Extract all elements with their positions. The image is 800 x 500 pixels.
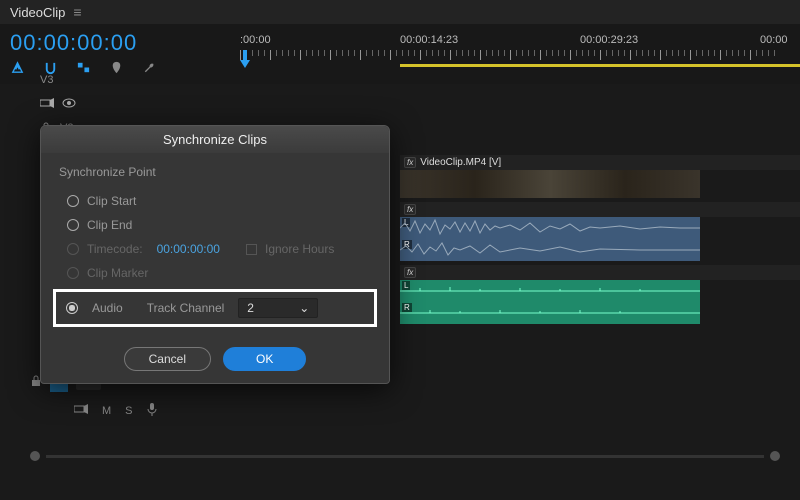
dialog-subtitle: Synchronize Point (59, 165, 371, 179)
ruler-mark: 00:00:14:23 (400, 34, 458, 46)
mute-button[interactable]: M (102, 405, 111, 417)
cancel-button[interactable]: Cancel (124, 347, 211, 371)
synchronize-clips-dialog: Synchronize Clips Synchronize Point Clip… (40, 125, 390, 384)
ruler-mark: :00:00 (240, 34, 271, 46)
option-clip-end[interactable]: Clip End (59, 213, 371, 237)
scroll-handle-left[interactable] (30, 451, 40, 461)
audio-clip-1[interactable]: fx L R (400, 202, 800, 261)
sequence-name[interactable]: VideoClip (10, 5, 65, 20)
dialog-title: Synchronize Clips (41, 126, 389, 153)
ruler-mark: 00:00:29:23 (580, 34, 638, 46)
panel-menu-icon[interactable]: ≡ (73, 4, 81, 20)
toggle-track-output-icon[interactable] (74, 404, 88, 417)
toggle-track-output-icon[interactable] (40, 98, 54, 111)
ruler-ticks (240, 50, 800, 70)
ignore-hours-checkbox (246, 244, 257, 255)
video-clip[interactable]: fx VideoClip.MP4 [V] (400, 155, 800, 198)
highlight-annotation: Audio Track Channel 2 ⌄ (53, 289, 377, 327)
horizontal-scrollbar[interactable] (30, 452, 780, 460)
ok-button[interactable]: OK (223, 347, 306, 371)
option-clip-marker: Clip Marker (59, 261, 371, 285)
fx-badge: fx (404, 204, 416, 215)
fx-badge: fx (404, 157, 416, 168)
option-audio-radio[interactable] (66, 302, 78, 314)
eye-icon[interactable] (62, 98, 76, 111)
ruler-mark: 00:00 (760, 34, 788, 46)
audio-clip-2[interactable]: fx L R (400, 265, 800, 324)
fx-badge: fx (404, 267, 416, 278)
timecode-value: 00:00:00:00 (157, 242, 220, 256)
clip-name: VideoClip.MP4 [V] (420, 157, 501, 168)
video-thumbnail (400, 170, 700, 198)
option-timecode: Timecode: 00:00:00:00 Ignore Hours (59, 237, 371, 261)
solo-button[interactable]: S (125, 405, 132, 417)
track-label-v3[interactable]: V3 (40, 74, 53, 86)
track-channel-dropdown[interactable]: 2 ⌄ (238, 298, 318, 318)
option-clip-start[interactable]: Clip Start (59, 189, 371, 213)
option-audio-label: Audio (92, 301, 123, 315)
scroll-handle-right[interactable] (770, 451, 780, 461)
playhead-icon[interactable] (240, 50, 250, 68)
track-channel-label: Track Channel (147, 301, 225, 315)
timeline-ruler[interactable]: :00:00 00:00:14:23 00:00:29:23 00:00 (240, 28, 800, 70)
voice-over-icon[interactable] (147, 402, 157, 419)
work-area-bar[interactable] (400, 64, 800, 67)
chevron-down-icon: ⌄ (299, 301, 309, 315)
